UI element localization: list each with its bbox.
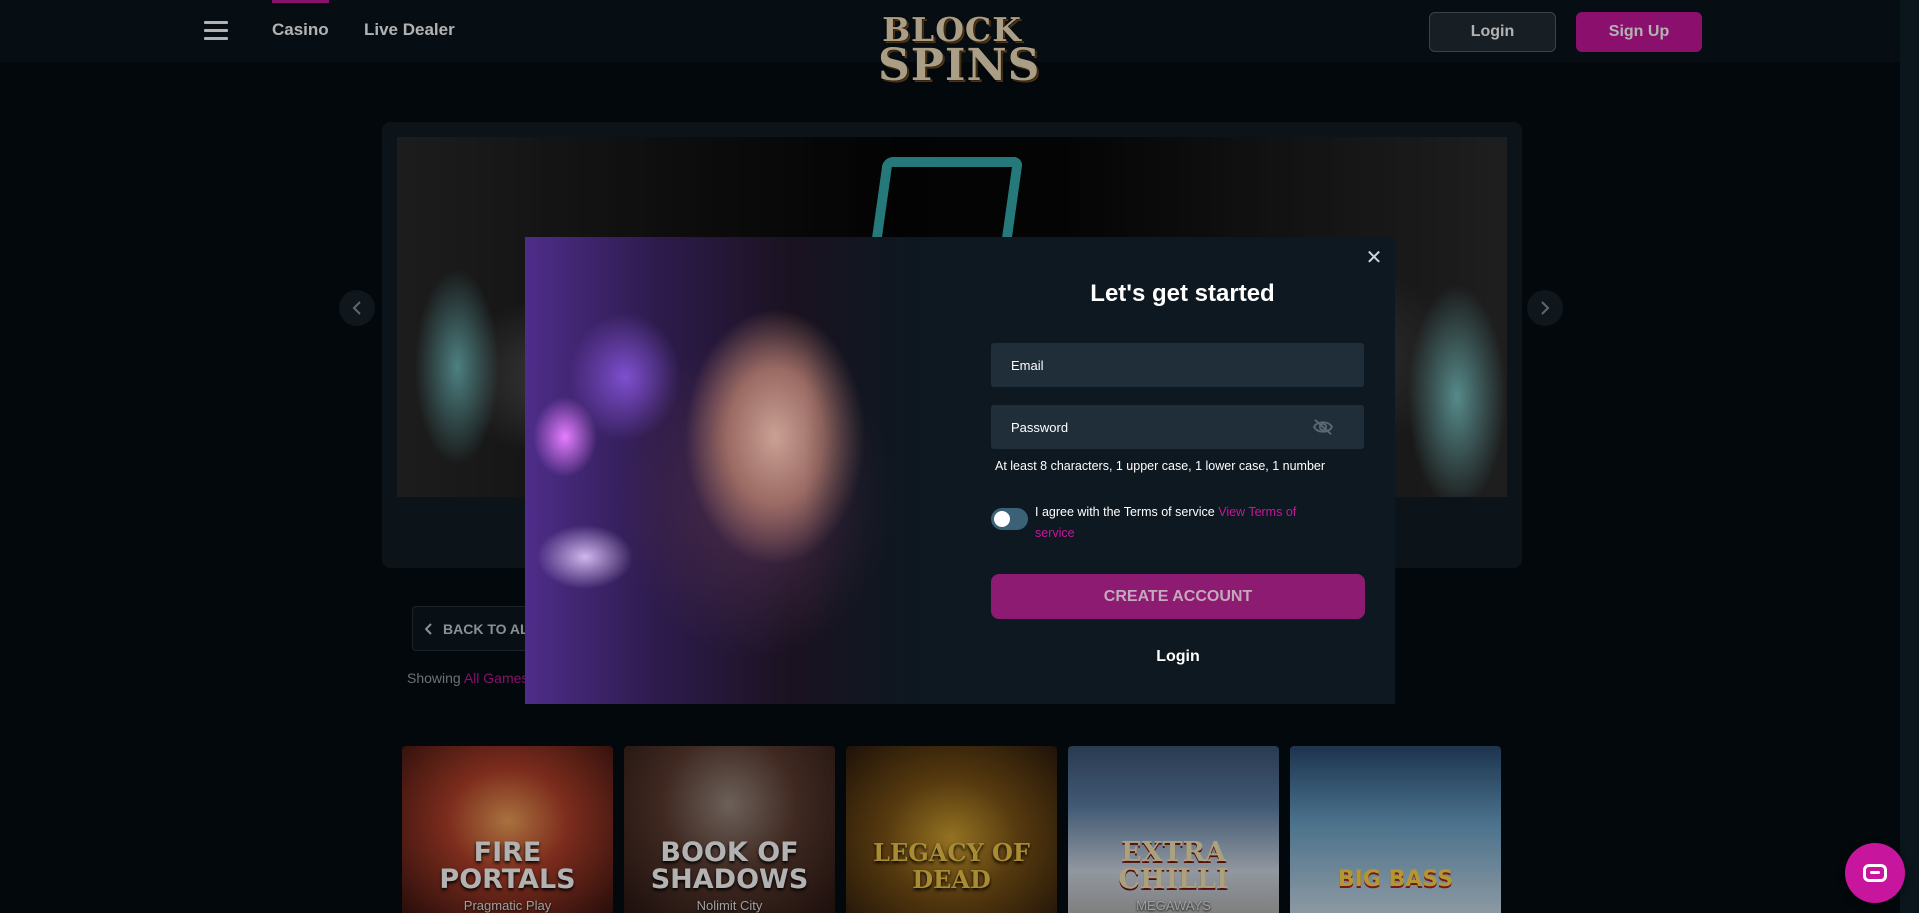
terms-text: I agree with the Terms of service View T… bbox=[1035, 502, 1335, 544]
signup-modal: ✕ Let's get started At least 8 character… bbox=[525, 237, 1395, 704]
password-field[interactable] bbox=[991, 405, 1364, 449]
scrollbar-thumb[interactable] bbox=[1904, 0, 1915, 62]
password-input[interactable] bbox=[1011, 419, 1311, 435]
close-icon[interactable]: ✕ bbox=[1365, 248, 1383, 268]
terms-label: I agree with the Terms of service bbox=[1035, 505, 1215, 519]
modal-login-link[interactable]: Login bbox=[991, 648, 1365, 666]
chat-icon bbox=[1863, 864, 1887, 882]
modal-title: Let's get started bbox=[1090, 280, 1275, 307]
email-input[interactable] bbox=[1011, 357, 1311, 373]
create-account-button[interactable]: CREATE ACCOUNT bbox=[991, 574, 1365, 619]
email-field[interactable] bbox=[991, 343, 1364, 387]
terms-toggle[interactable] bbox=[991, 508, 1028, 530]
modal-image-fade bbox=[805, 237, 975, 704]
chat-support-button[interactable] bbox=[1845, 843, 1905, 903]
page-scrollbar[interactable] bbox=[1900, 0, 1919, 913]
password-hint: At least 8 characters, 1 upper case, 1 l… bbox=[995, 459, 1326, 473]
eye-off-icon[interactable] bbox=[1312, 418, 1334, 436]
